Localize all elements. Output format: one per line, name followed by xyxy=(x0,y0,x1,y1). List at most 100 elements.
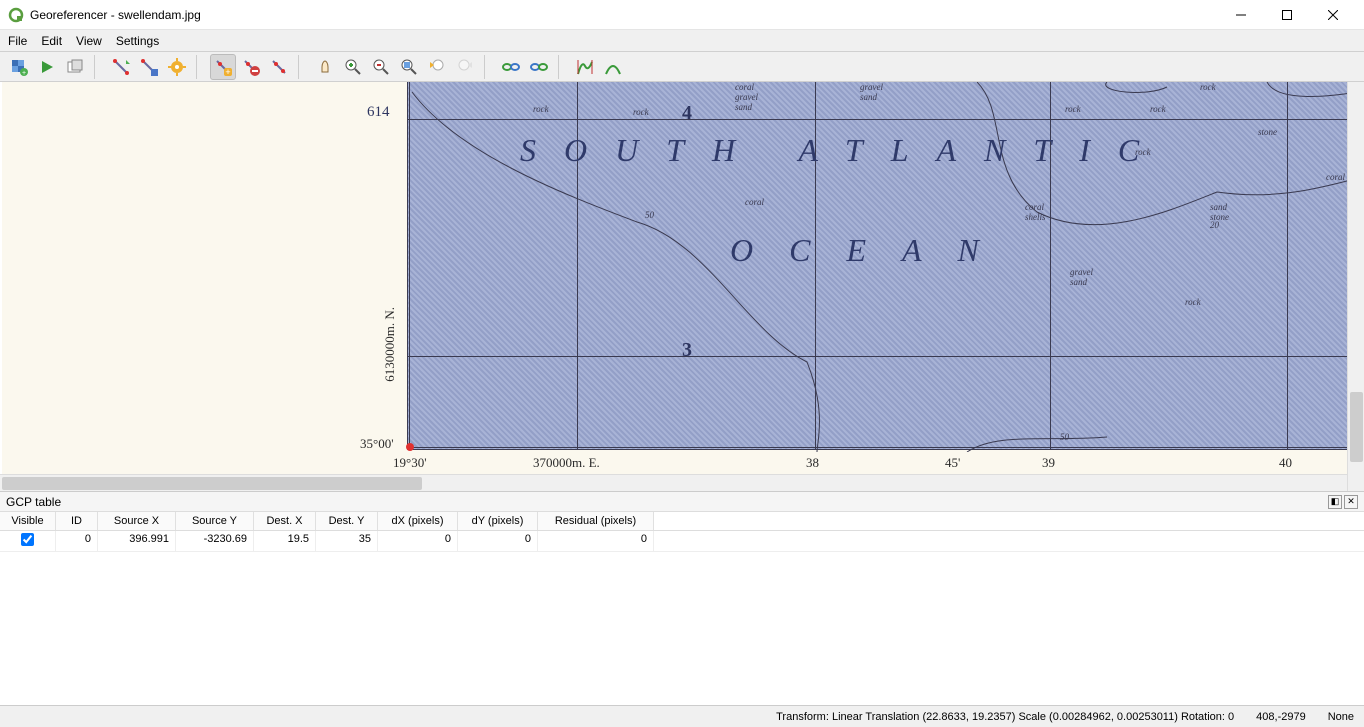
save-gcp-button[interactable] xyxy=(136,54,162,80)
gcp-table-header: Visible ID Source X Source Y Dest. X Des… xyxy=(0,512,1364,531)
label-coral-shells: coral shells xyxy=(1025,202,1046,222)
label-coral: coral xyxy=(745,197,764,207)
axis-lon-38: 38 xyxy=(806,455,819,471)
cell-sy[interactable]: -3230.69 xyxy=(176,531,254,551)
axis-lon-45m: 45' xyxy=(945,455,960,471)
transformation-settings-button[interactable] xyxy=(164,54,190,80)
col-dest-x[interactable]: Dest. X xyxy=(254,512,316,530)
axis-northing: 6130000m. N. xyxy=(382,307,398,382)
label-rock: rock xyxy=(1150,104,1166,114)
open-raster-button[interactable]: + xyxy=(6,54,32,80)
menu-edit[interactable]: Edit xyxy=(41,34,62,48)
status-eof: None xyxy=(1328,711,1354,723)
link-georef-to-qgis-button[interactable] xyxy=(498,54,524,80)
zoom-in-button[interactable] xyxy=(340,54,366,80)
zoom-last-button[interactable] xyxy=(424,54,450,80)
zoom-out-button[interactable] xyxy=(368,54,394,80)
label-rock: rock xyxy=(1200,82,1216,92)
cell-dpy[interactable]: 0 xyxy=(458,531,538,551)
gridnum-4: 4 xyxy=(682,102,692,125)
pan-button[interactable] xyxy=(312,54,338,80)
label-rock: rock xyxy=(533,104,549,114)
local-histogram-stretch-button[interactable] xyxy=(600,54,626,80)
map-canvas[interactable]: SOUTH ATLANTIC OCEAN rock rock coral gra… xyxy=(0,82,1364,491)
iso-label-20: 20 xyxy=(1210,220,1219,230)
col-dy-pixels[interactable]: dY (pixels) xyxy=(458,512,538,530)
menubar: File Edit View Settings xyxy=(0,30,1364,52)
label-rock: rock xyxy=(1135,147,1151,157)
cell-res[interactable]: 0 xyxy=(538,531,654,551)
move-point-button[interactable] xyxy=(266,54,292,80)
label-coral: coral xyxy=(1326,172,1345,182)
gcp-table: Visible ID Source X Source Y Dest. X Des… xyxy=(0,512,1364,710)
cell-dx[interactable]: 19.5 xyxy=(254,531,316,551)
menu-view[interactable]: View xyxy=(76,34,102,48)
axis-lat-35: 35°00' xyxy=(360,436,394,452)
maximize-button[interactable] xyxy=(1264,0,1310,30)
close-button[interactable] xyxy=(1310,0,1356,30)
gcp-panel: GCP table ◧ ✕ Visible ID Source X Source… xyxy=(0,491,1364,710)
gridnum-614: 614 xyxy=(367,104,390,121)
gridnum-3: 3 xyxy=(682,339,692,362)
qgis-app-icon xyxy=(8,7,24,23)
full-histogram-stretch-button[interactable] xyxy=(572,54,598,80)
menu-file[interactable]: File xyxy=(8,34,27,48)
map-margin-paper xyxy=(2,82,357,491)
cell-sx[interactable]: 396.991 xyxy=(98,531,176,551)
table-row[interactable]: 0 396.991 -3230.69 19.5 35 0 0 0 xyxy=(0,531,1364,552)
panel-close-button[interactable]: ✕ xyxy=(1344,495,1358,509)
link-qgis-to-georef-button[interactable] xyxy=(526,54,552,80)
add-point-button[interactable]: + xyxy=(210,54,236,80)
label-rock: rock xyxy=(1065,104,1081,114)
toolbar: + + xyxy=(0,52,1364,82)
generate-script-button[interactable] xyxy=(62,54,88,80)
col-dest-y[interactable]: Dest. Y xyxy=(316,512,378,530)
iso-label-50: 50 xyxy=(645,210,654,220)
neatline-left-margin xyxy=(357,82,407,491)
ocean-title-2: OCEAN xyxy=(730,232,1015,269)
label-gs: gravel sand xyxy=(860,82,883,102)
gcp-point-0[interactable] xyxy=(406,443,414,451)
col-source-x[interactable]: Source X xyxy=(98,512,176,530)
label-stone: stone xyxy=(1258,127,1277,137)
vertical-scrollbar[interactable] xyxy=(1347,82,1364,491)
col-visible[interactable]: Visible xyxy=(0,512,56,530)
horizontal-scrollbar[interactable] xyxy=(0,474,1347,491)
window-controls xyxy=(1218,0,1356,30)
gcp-panel-title: GCP table xyxy=(6,495,61,509)
zoom-next-button[interactable] xyxy=(452,54,478,80)
status-coords: 408,-2979 xyxy=(1256,711,1306,723)
window-title: Georeferencer - swellendam.jpg xyxy=(30,8,1218,22)
menu-settings[interactable]: Settings xyxy=(116,34,159,48)
iso-label-50: 50 xyxy=(1060,432,1069,442)
col-dx-pixels[interactable]: dX (pixels) xyxy=(378,512,458,530)
load-gcp-button[interactable] xyxy=(108,54,134,80)
statusbar: Transform: Linear Translation (22.8633, … xyxy=(0,705,1364,727)
cell-dpx[interactable]: 0 xyxy=(378,531,458,551)
cell-dy[interactable]: 35 xyxy=(316,531,378,551)
label-rock: rock xyxy=(1185,297,1201,307)
col-id[interactable]: ID xyxy=(56,512,98,530)
gcp-panel-titlebar: GCP table ◧ ✕ xyxy=(0,492,1364,512)
status-transform: Transform: Linear Translation (22.8633, … xyxy=(776,711,1234,723)
svg-text:+: + xyxy=(225,67,230,76)
axis-lon-1930: 19°30' xyxy=(393,455,427,471)
minimize-button[interactable] xyxy=(1218,0,1264,30)
zoom-to-layer-button[interactable] xyxy=(396,54,422,80)
row-visible-checkbox[interactable] xyxy=(21,533,34,546)
svg-text:+: + xyxy=(22,70,26,76)
label-rock: rock xyxy=(633,107,649,117)
gcp-table-body: 0 396.991 -3230.69 19.5 35 0 0 0 xyxy=(0,531,1364,710)
axis-easting: 370000m. E. xyxy=(533,455,600,471)
label-gs2: gravel sand xyxy=(1070,267,1093,287)
cell-id[interactable]: 0 xyxy=(56,531,98,551)
col-source-y[interactable]: Source Y xyxy=(176,512,254,530)
axis-lon-40: 40 xyxy=(1279,455,1292,471)
titlebar: Georeferencer - swellendam.jpg xyxy=(0,0,1364,30)
delete-point-button[interactable] xyxy=(238,54,264,80)
label-cgs: coral gravel sand xyxy=(735,82,758,112)
start-georef-button[interactable] xyxy=(34,54,60,80)
panel-undock-button[interactable]: ◧ xyxy=(1328,495,1342,509)
axis-lon-39: 39 xyxy=(1042,455,1055,471)
col-residual[interactable]: Residual (pixels) xyxy=(538,512,654,530)
